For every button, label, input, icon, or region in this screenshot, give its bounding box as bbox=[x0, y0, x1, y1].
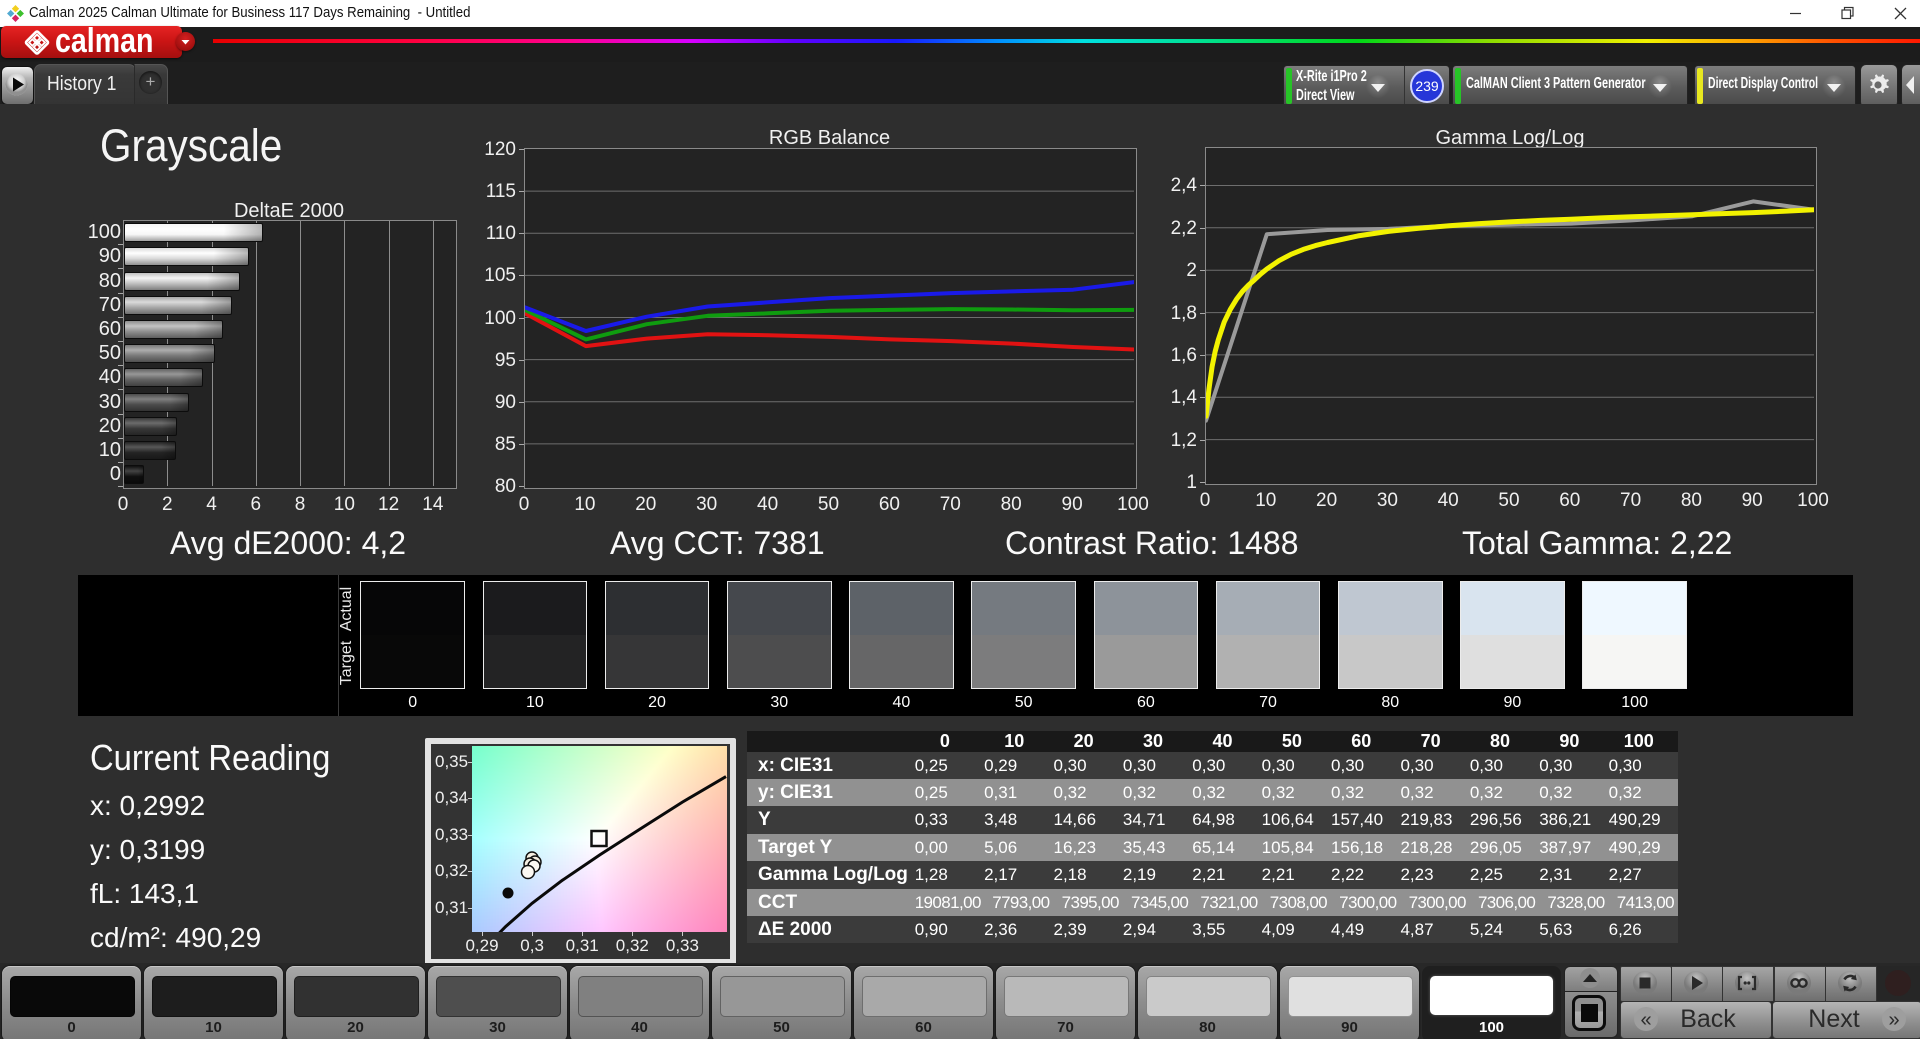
svg-text:Next: Next bbox=[1808, 1005, 1859, 1033]
svg-text:»: » bbox=[1888, 1009, 1899, 1031]
svg-text:«: « bbox=[1640, 1009, 1651, 1031]
svg-text:Back: Back bbox=[1680, 1005, 1736, 1033]
